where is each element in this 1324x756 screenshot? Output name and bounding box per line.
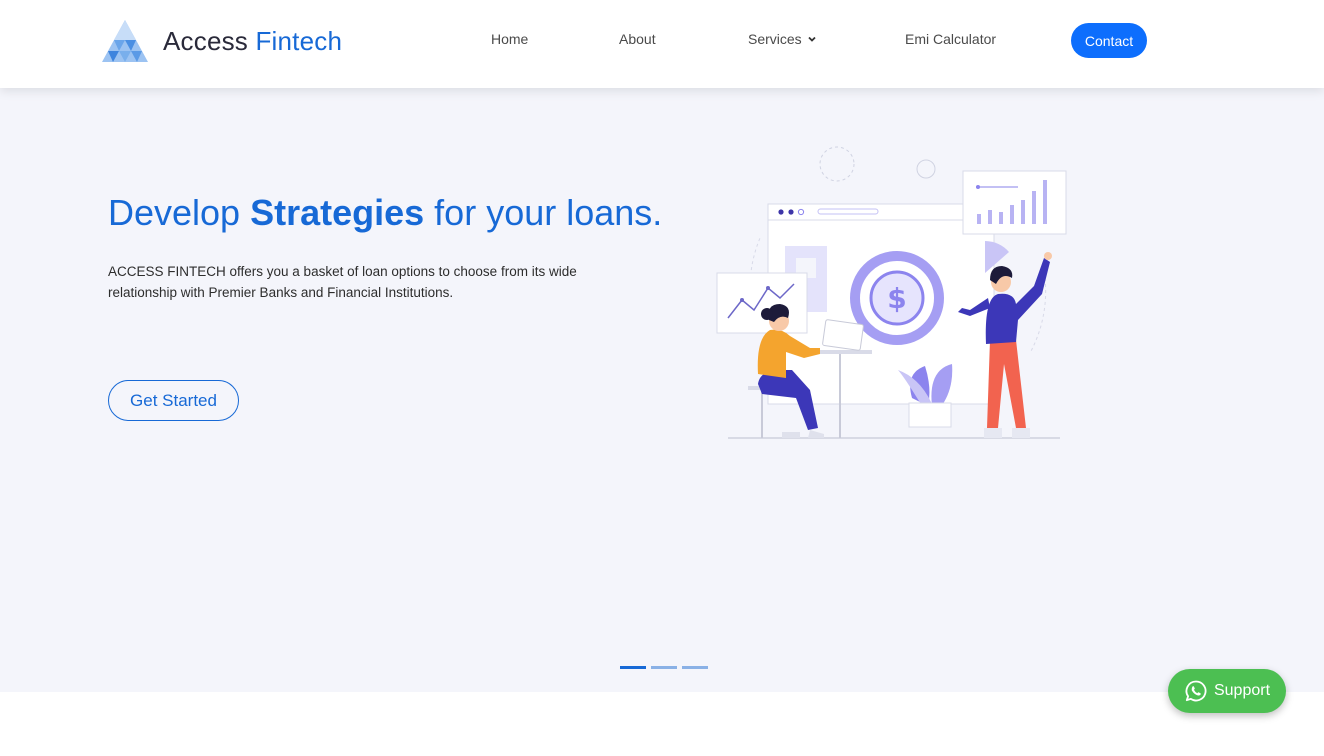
brand-name-part2: Fintech <box>255 25 343 56</box>
finance-strategy-illustration: $ <box>716 146 1067 439</box>
support-label: Support <box>1213 682 1271 699</box>
nav-about-link[interactable]: About <box>619 31 656 47</box>
brand-logo[interactable]: Access Fintech <box>100 18 342 64</box>
navbar: Access Fintech Home About Services Emi C… <box>0 0 1324 88</box>
nav-services-label: Services <box>748 31 802 47</box>
nav-services-dropdown[interactable]: Services <box>748 31 817 47</box>
nav-emi-calculator-link[interactable]: Emi Calculator <box>905 31 996 47</box>
brand-name: Access Fintech <box>163 26 342 57</box>
hero-title-pre: Develop <box>108 192 251 233</box>
bar-chart-card <box>962 170 1067 235</box>
hero-slider: Develop Strategies for your loans. ACCES… <box>0 88 1324 692</box>
hero-title-bold: Strategies <box>250 192 425 233</box>
decor-circle-large <box>819 146 855 182</box>
mountain-logo-icon <box>102 20 148 62</box>
hero-title-post: for your loans. <box>424 192 663 233</box>
decor-circle-small <box>916 159 936 179</box>
whatsapp-icon <box>1185 680 1207 702</box>
chevron-down-icon <box>808 36 816 42</box>
brand-name-part1: Access <box>163 25 249 56</box>
carousel-indicators <box>620 666 708 669</box>
carousel-indicator-1[interactable] <box>620 666 646 669</box>
hero-title: Develop Strategies for your loans. <box>108 192 662 234</box>
carousel-indicator-2[interactable] <box>651 666 677 669</box>
get-started-button[interactable]: Get Started <box>108 380 239 421</box>
hero-description: ACCESS FINTECH offers you a basket of lo… <box>108 264 577 300</box>
dollar-sign: $ <box>887 282 906 315</box>
nav-home-link[interactable]: Home <box>491 31 528 47</box>
whatsapp-support-button[interactable]: Support <box>1168 669 1286 713</box>
carousel-indicator-3[interactable] <box>682 666 708 669</box>
contact-button[interactable]: Contact <box>1071 23 1147 58</box>
line-chart-card <box>716 272 808 334</box>
